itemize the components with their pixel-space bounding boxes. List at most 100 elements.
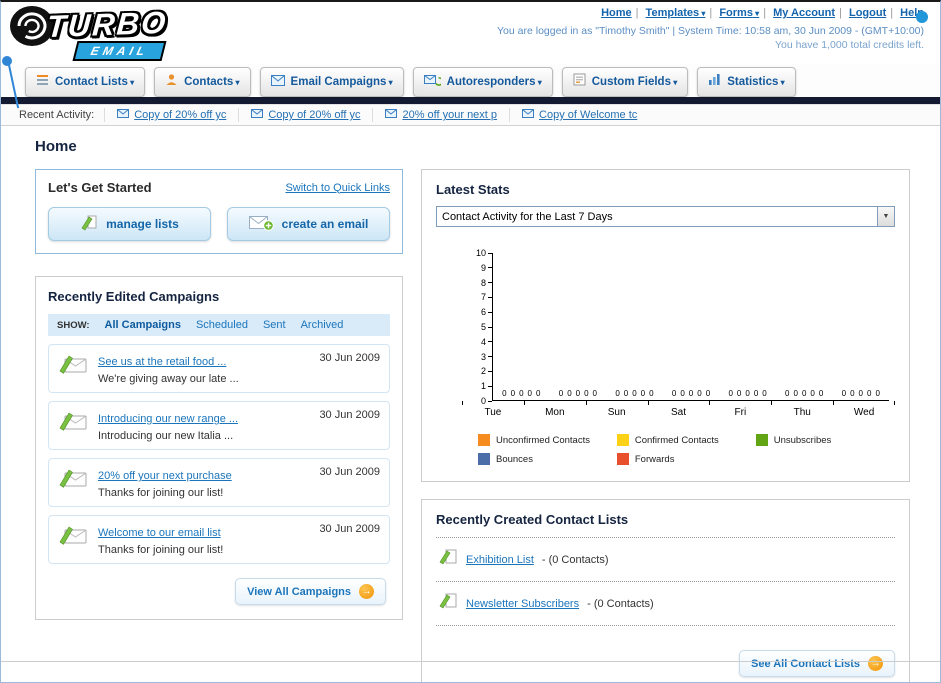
manage-lists-label: manage lists bbox=[106, 217, 179, 231]
filter-scheduled[interactable]: Scheduled bbox=[196, 319, 248, 331]
chart-value-label: 0 bbox=[519, 389, 524, 398]
tab-custom-fields[interactable]: Custom Fields bbox=[561, 67, 689, 97]
separator bbox=[763, 7, 766, 19]
campaign-title-link[interactable]: Welcome to our email list bbox=[98, 527, 221, 539]
chart-y-tick-label: 3 bbox=[480, 351, 486, 362]
campaign-item: Welcome to our email list Thanks for joi… bbox=[48, 515, 390, 564]
chart-x-labels: Tue Mon Sun Sat Fri Thu Wed bbox=[462, 401, 895, 418]
legend-item: Confirmed Contacts bbox=[616, 434, 756, 446]
chart-x-tick-label: Thu bbox=[771, 401, 833, 418]
logo-title: TURBO bbox=[45, 4, 169, 45]
see-all-contact-lists-button[interactable]: See All Contact Lists bbox=[738, 650, 895, 677]
chart-value-label: 0 bbox=[850, 389, 855, 398]
recent-activity-label: Recent Activity: bbox=[19, 109, 95, 121]
chart-value-label: 0 bbox=[567, 389, 572, 398]
envelope-icon bbox=[251, 109, 264, 121]
top-link-templates[interactable]: Templates bbox=[646, 7, 706, 19]
campaign-date: 30 Jun 2009 bbox=[319, 523, 380, 535]
filter-all-campaigns[interactable]: All Campaigns bbox=[105, 319, 181, 331]
chart-y-tick-label: 4 bbox=[480, 336, 486, 347]
separator bbox=[839, 7, 842, 19]
legend-swatch bbox=[755, 434, 768, 446]
recent-activity-item: Copy of Welcome tc bbox=[509, 108, 649, 122]
main-content: Home Let's Get Started Switch to Quick L… bbox=[1, 126, 940, 682]
chart-x-tick-label: Sat bbox=[647, 401, 710, 418]
contact-list-count: - (0 Contacts) bbox=[587, 597, 654, 610]
chart-bar-group: 00000 bbox=[719, 253, 776, 400]
create-email-button[interactable]: create an email bbox=[227, 207, 390, 241]
tab-email-campaigns[interactable]: Email Campaigns bbox=[259, 67, 404, 97]
chart-y-tick-label: 2 bbox=[480, 366, 486, 377]
recent-activity-link[interactable]: Copy of 20% off yc bbox=[134, 109, 226, 121]
chart-bar-group: 00000 bbox=[606, 253, 663, 400]
envelope-loop-icon bbox=[423, 73, 444, 91]
chart-value-label: 0 bbox=[680, 389, 685, 398]
tab-contacts[interactable]: Contacts bbox=[154, 67, 251, 97]
tab-statistics[interactable]: Statistics bbox=[697, 67, 796, 97]
top-nav: Home Templates Forms My Account Logout H… bbox=[497, 7, 928, 23]
pencil-icon bbox=[80, 214, 98, 235]
recent-activity-link[interactable]: 20% off your next p bbox=[402, 109, 497, 121]
logo-subtitle: EMAIL bbox=[72, 41, 167, 61]
recent-activity-item: Copy of 20% off yc bbox=[238, 108, 372, 122]
arrow-circle-icon bbox=[868, 656, 883, 671]
chart-x-tick-label: Wed bbox=[833, 401, 895, 418]
pencil-paper-icon bbox=[438, 547, 458, 572]
tab-label: Contacts bbox=[184, 76, 239, 88]
dropdown-arrow-icon bbox=[877, 207, 894, 226]
campaign-title-link[interactable]: Introducing our new range ... bbox=[98, 413, 238, 425]
recent-activity-link[interactable]: Copy of 20% off yc bbox=[268, 109, 360, 121]
chart-y-tick-label: 5 bbox=[480, 322, 486, 332]
chart-value-label: 0 bbox=[697, 389, 702, 398]
view-all-campaigns-button[interactable]: View All Campaigns bbox=[235, 578, 386, 605]
tab-label: Email Campaigns bbox=[291, 76, 393, 88]
envelope-icon bbox=[117, 109, 130, 121]
top-link-logout[interactable]: Logout bbox=[849, 7, 886, 19]
tab-label: Autoresponders bbox=[447, 76, 542, 88]
chart-value-label: 0 bbox=[762, 389, 767, 398]
chart-value-label: 0 bbox=[728, 389, 733, 398]
campaign-subtitle: Thanks for joining our list! bbox=[98, 544, 224, 556]
campaign-title-link[interactable]: See us at the retail food ... bbox=[98, 356, 226, 368]
tab-contact-lists[interactable]: Contact Lists bbox=[25, 67, 146, 97]
recent-activity-item: 20% off your next p bbox=[372, 108, 509, 122]
header: TURBO EMAIL Home Templates Forms My Acco… bbox=[1, 2, 940, 109]
legend-label: Unconfirmed Contacts bbox=[496, 434, 590, 446]
legend-label: Forwards bbox=[634, 453, 675, 465]
chart-value-label: 0 bbox=[745, 389, 750, 398]
manage-lists-button[interactable]: manage lists bbox=[48, 207, 211, 241]
page-title: Home bbox=[35, 138, 77, 155]
arrow-circle-icon bbox=[359, 584, 374, 599]
chart-value-label: 0 bbox=[736, 389, 742, 398]
contact-list-link[interactable]: Exhibition List bbox=[466, 554, 534, 566]
chart-y-tick-label: 1 bbox=[480, 381, 486, 392]
filter-sent[interactable]: Sent bbox=[263, 319, 286, 331]
contact-list-item: Exhibition List - (0 Contacts) bbox=[436, 538, 895, 582]
nav-underline-bar bbox=[1, 97, 940, 104]
contact-list-link[interactable]: Newsletter Subscribers bbox=[466, 598, 579, 610]
view-all-campaigns-label: View All Campaigns bbox=[247, 585, 351, 598]
legend-swatch bbox=[616, 434, 629, 446]
person-icon bbox=[165, 73, 178, 91]
top-link-home[interactable]: Home bbox=[601, 7, 632, 19]
filter-archived[interactable]: Archived bbox=[301, 319, 344, 331]
top-link-my-account[interactable]: My Account bbox=[773, 7, 835, 19]
contact-lists-title: Recently Created Contact Lists bbox=[436, 512, 629, 527]
chart-value-label: 0 bbox=[640, 389, 646, 398]
credits-text: You have 1,000 total credits left. bbox=[774, 39, 924, 51]
recent-activity-link[interactable]: Copy of Welcome tc bbox=[539, 109, 637, 121]
campaign-title-link[interactable]: 20% off your next purchase bbox=[98, 470, 232, 482]
app-window: TURBO EMAIL Home Templates Forms My Acco… bbox=[0, 0, 941, 683]
switch-quick-links[interactable]: Switch to Quick Links bbox=[285, 182, 390, 194]
chart-value-label: 0 bbox=[632, 389, 637, 398]
chart-y-axis: 0 1 2 3 4 5 6 7 8 9 10 bbox=[466, 248, 492, 406]
chart-y-tick-label: 6 bbox=[480, 307, 486, 318]
stats-activity-dropdown[interactable]: Contact Activity for the Last 7 Days bbox=[436, 206, 895, 227]
corner-dot bbox=[916, 11, 928, 23]
legend-label: Unsubscribes bbox=[773, 434, 832, 446]
top-link-forms[interactable]: Forms bbox=[719, 7, 759, 19]
envelope-icon bbox=[522, 109, 535, 121]
tab-autoresponders[interactable]: Autoresponders bbox=[412, 67, 553, 97]
chart-y-tick-label: 10 bbox=[475, 248, 486, 258]
legend-label: Confirmed Contacts bbox=[634, 434, 719, 446]
